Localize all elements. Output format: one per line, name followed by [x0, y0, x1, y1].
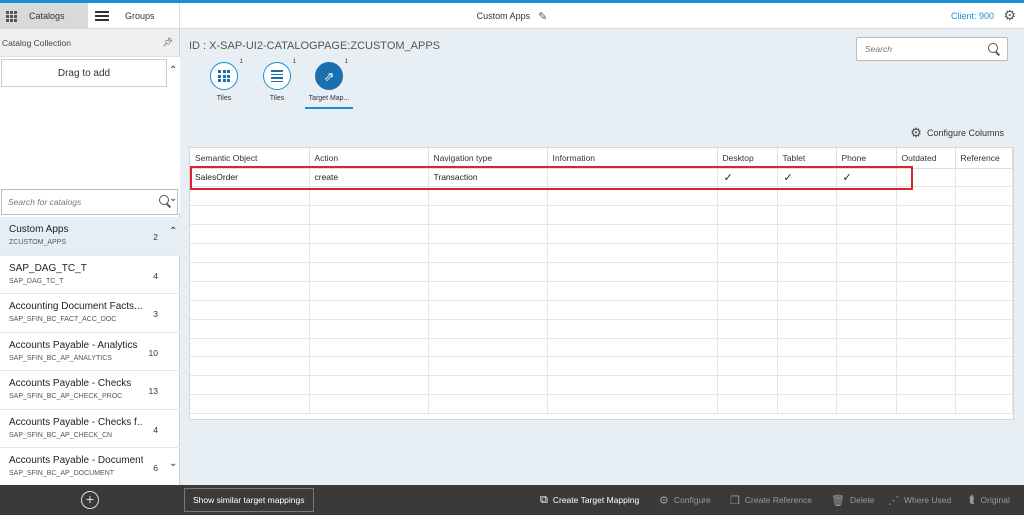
- create-icon: ⧉: [540, 493, 548, 506]
- catalog-page-id: ID : X-SAP-UI2-CATALOGPAGE:ZCUSTOM_APPS: [189, 40, 441, 52]
- table-row: [190, 375, 1013, 396]
- column-header[interactable]: Outdated: [896, 148, 956, 169]
- pin-icon[interactable]: 📌︎: [162, 37, 173, 48]
- search-icon[interactable]: [988, 43, 1000, 55]
- catalog-detail: ID : X-SAP-UI2-CATALOGPAGE:ZCUSTOM_APPS …: [181, 29, 1024, 485]
- settings-icon: ⚙: [659, 494, 669, 507]
- active-tab-indicator: [305, 107, 353, 109]
- search-input[interactable]: [865, 44, 975, 54]
- cell-action: create: [309, 168, 429, 188]
- where-used-button[interactable]: ⋰ Where Used: [888, 485, 951, 515]
- gear-icon: ⚙: [910, 125, 922, 140]
- target-mapping-table: Semantic Object Action Navigation type I…: [189, 147, 1014, 420]
- tab-label: Target Map...: [308, 95, 350, 102]
- table-row: [190, 281, 1013, 301]
- tab-tiles[interactable]: 1 Tiles: [200, 59, 248, 102]
- table-header-row: Semantic Object Action Navigation type I…: [190, 148, 1013, 169]
- tab-label: Tiles: [216, 95, 232, 102]
- shell-header: Catalogs Groups Custom Apps ✎ Client: 90…: [0, 0, 1024, 29]
- column-header[interactable]: Navigation type: [428, 148, 548, 169]
- tab-target-mappings[interactable]: ⇗ 1 Target Map...: [305, 59, 353, 102]
- tab-catalogs[interactable]: Catalogs: [0, 3, 88, 29]
- original-button[interactable]: ⮬ Original: [969, 485, 1010, 515]
- list-item[interactable]: Accounting Document Facts... SAP_SFIN_BC…: [0, 294, 180, 333]
- chevron-down-icon[interactable]: ⌄: [169, 458, 177, 469]
- list-item[interactable]: SAP_DAG_TC_T SAP_DAG_TC_T 4: [0, 256, 180, 294]
- table-row: [190, 300, 1013, 320]
- table-row: [190, 338, 1013, 358]
- list-item[interactable]: Accounts Payable - Checks f... SAP_SFIN_…: [0, 410, 180, 448]
- list-item[interactable]: Custom Apps ZCUSTOM_APPS 2 ⌃: [0, 217, 180, 256]
- table-row: [190, 319, 1013, 339]
- column-header[interactable]: Phone: [836, 148, 897, 169]
- create-reference-button[interactable]: ❐ Create Reference: [730, 485, 812, 515]
- column-header[interactable]: Semantic Object: [190, 148, 310, 169]
- column-header[interactable]: Action: [309, 148, 429, 169]
- add-icon[interactable]: +: [81, 491, 99, 509]
- list-item[interactable]: Accounts Payable - Document SAP_SFIN_BC_…: [0, 448, 180, 487]
- pencil-icon[interactable]: ✎: [538, 10, 547, 23]
- tab-label: Tiles: [269, 95, 285, 102]
- search-icon[interactable]: [159, 195, 171, 207]
- tab-groups-label: Groups: [125, 11, 155, 21]
- check-icon: ✓: [836, 168, 897, 188]
- page-title: Custom Apps: [476, 11, 531, 21]
- catalog-search: [1, 189, 178, 215]
- table-row: [190, 262, 1013, 282]
- tab-groups[interactable]: Groups: [88, 3, 180, 29]
- tab-badge: 1: [344, 59, 348, 65]
- gear-icon[interactable]: ⚙: [1003, 7, 1016, 24]
- footer-toolbar: + Show similar target mappings ⧉ Create …: [0, 485, 1024, 515]
- column-header[interactable]: Reference: [955, 148, 1013, 169]
- list-item[interactable]: Accounts Payable - Analytics SAP_SFIN_BC…: [0, 333, 180, 371]
- table-row: [190, 243, 1013, 263]
- column-header[interactable]: Information: [547, 148, 718, 169]
- copy-icon: ❐: [730, 494, 740, 507]
- tab-badge: 1: [292, 59, 296, 65]
- chevron-up-icon[interactable]: ⌃: [169, 226, 177, 237]
- table-row: [190, 186, 1013, 207]
- cell-reference: [955, 168, 1013, 188]
- share-icon: ⇗: [323, 68, 335, 84]
- main-search: [856, 37, 1008, 61]
- catalog-search-input[interactable]: [8, 197, 148, 207]
- client-link[interactable]: Client: 900: [951, 3, 994, 29]
- catalog-panel: Catalog Collection 📌︎ Drag to add ⌃ ⌄ Cu…: [0, 29, 180, 487]
- tab-catalogs-label: Catalogs: [29, 11, 65, 21]
- create-target-mapping-button[interactable]: ⧉ Create Target Mapping: [540, 485, 639, 515]
- show-similar-button[interactable]: Show similar target mappings: [184, 488, 314, 512]
- tab-tiles-list[interactable]: 1 Tiles: [253, 59, 301, 102]
- list-item[interactable]: Accounts Payable - Checks SAP_SFIN_BC_AP…: [0, 371, 180, 410]
- trash-icon: 🗑︎: [831, 494, 845, 507]
- tiles-icon: [218, 70, 230, 82]
- grid-icon: [6, 10, 17, 22]
- original-icon: ⮬: [969, 493, 976, 506]
- column-header[interactable]: Tablet: [777, 148, 837, 169]
- table-row: [190, 224, 1013, 245]
- chevron-up-icon[interactable]: ⌃: [169, 65, 177, 76]
- table-row: [190, 356, 1013, 377]
- table-row: [190, 394, 1013, 415]
- tab-badge: 1: [239, 59, 243, 65]
- table-row[interactable]: SalesOrder create Transaction ✓ ✓ ✓: [190, 168, 1013, 188]
- cell-outdated: [896, 168, 956, 188]
- list-icon: [271, 68, 283, 84]
- cell-navigation-type: Transaction: [428, 168, 548, 188]
- catalog-list: Custom Apps ZCUSTOM_APPS 2 ⌃ SAP_DAG_TC_…: [0, 217, 180, 487]
- menu-icon: [95, 9, 109, 23]
- cell-semantic-object: SalesOrder: [190, 168, 310, 188]
- configure-columns-button[interactable]: ⚙ Configure Columns: [910, 125, 1004, 141]
- table-row: [190, 205, 1013, 226]
- cell-information: [547, 168, 718, 188]
- drag-to-add-box[interactable]: Drag to add: [1, 59, 167, 87]
- check-icon: ✓: [777, 168, 837, 188]
- check-icon: ✓: [717, 168, 778, 188]
- configure-button[interactable]: ⚙ Configure: [659, 485, 711, 515]
- hierarchy-icon: ⋰: [888, 494, 899, 507]
- column-header[interactable]: Desktop: [717, 148, 778, 169]
- catalog-collection-header: Catalog Collection 📌︎: [0, 29, 179, 57]
- catalog-collection-title: Catalog Collection: [2, 37, 71, 48]
- delete-button[interactable]: 🗑︎ Delete: [831, 485, 875, 515]
